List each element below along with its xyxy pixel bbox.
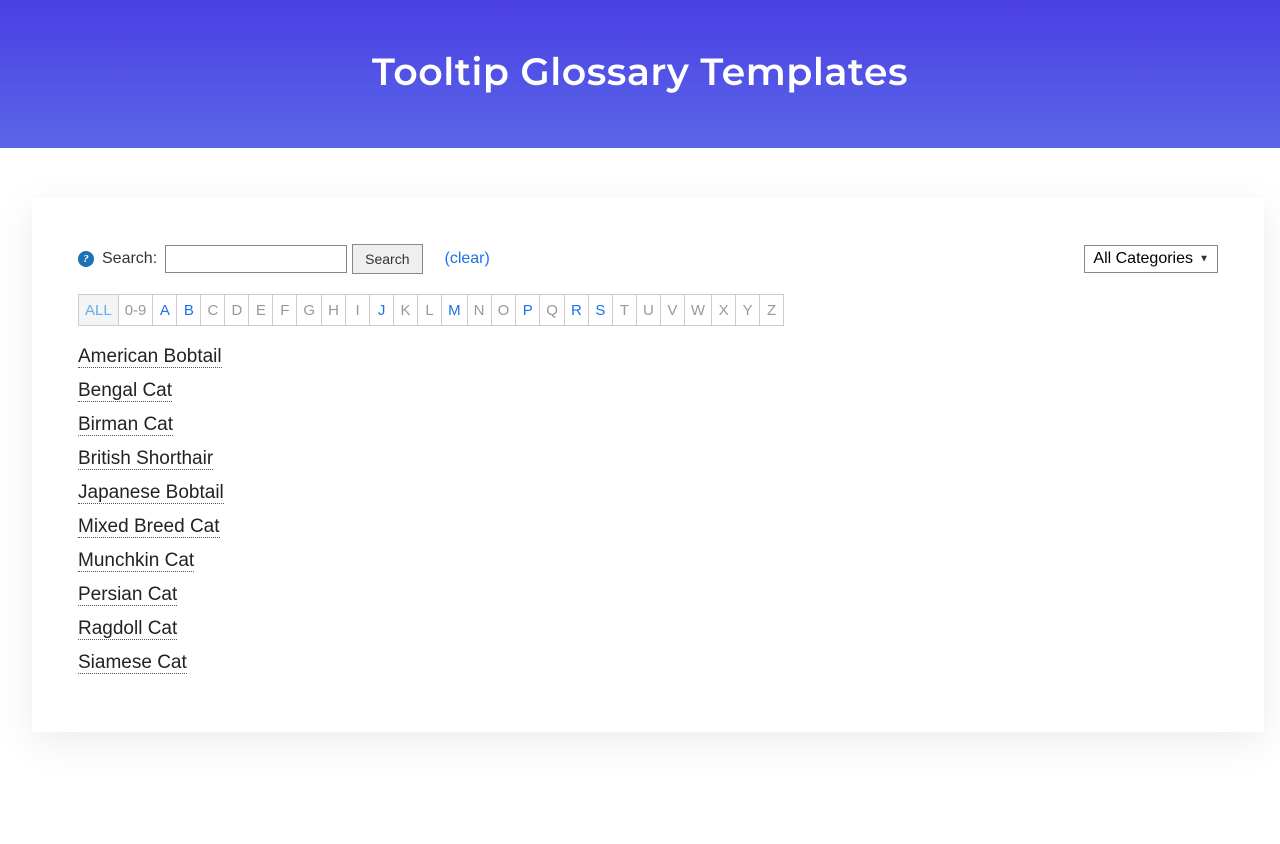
alpha-p[interactable]: P <box>515 294 540 326</box>
terms-list: American Bobtail Bengal Cat Birman Cat Brit… <box>78 346 1218 674</box>
alpha-v[interactable]: V <box>660 294 685 326</box>
alpha-k[interactable]: K <box>393 294 418 326</box>
term-item: Persian Cat <box>78 584 1218 606</box>
search-button[interactable]: Search <box>352 244 422 274</box>
alpha-r[interactable]: R <box>564 294 589 326</box>
term-link[interactable]: Siamese Cat <box>78 652 187 674</box>
term-link[interactable]: Persian Cat <box>78 584 177 606</box>
alpha-o[interactable]: O <box>491 294 517 326</box>
term-link[interactable]: Mixed Breed Cat <box>78 516 220 538</box>
alpha-n[interactable]: N <box>467 294 492 326</box>
alpha-l[interactable]: L <box>417 294 442 326</box>
term-item: Bengal Cat <box>78 380 1218 402</box>
alpha-c[interactable]: C <box>200 294 225 326</box>
category-select[interactable]: All Categories <box>1084 245 1218 273</box>
category-selected: All Categories <box>1093 250 1193 267</box>
clear-link[interactable]: (clear) <box>445 250 490 268</box>
alpha-y[interactable]: Y <box>735 294 760 326</box>
toolbar: ? Search: Search (clear) All Categories <box>78 244 1218 274</box>
term-item: Birman Cat <box>78 414 1218 436</box>
alpha-i[interactable]: I <box>345 294 370 326</box>
term-item: American Bobtail <box>78 346 1218 368</box>
search-group: ? Search: Search (clear) <box>78 244 490 274</box>
alpha-s[interactable]: S <box>588 294 613 326</box>
search-input[interactable] <box>165 245 347 273</box>
alpha-d[interactable]: D <box>224 294 249 326</box>
term-link[interactable]: American Bobtail <box>78 346 222 368</box>
term-link[interactable]: Ragdoll Cat <box>78 618 177 640</box>
help-icon[interactable]: ? <box>78 251 94 267</box>
alpha-f[interactable]: F <box>272 294 297 326</box>
alpha-u[interactable]: U <box>636 294 661 326</box>
term-item: Ragdoll Cat <box>78 618 1218 640</box>
alpha-b[interactable]: B <box>176 294 201 326</box>
term-link[interactable]: British Shorthair <box>78 448 213 470</box>
alpha-z[interactable]: Z <box>759 294 784 326</box>
term-item: British Shorthair <box>78 448 1218 470</box>
alpha-a[interactable]: A <box>152 294 177 326</box>
content-wrap: ? Search: Search (clear) All Categories … <box>0 148 1280 792</box>
hero-banner: Tooltip Glossary Templates <box>0 0 1280 148</box>
alpha-h[interactable]: H <box>321 294 346 326</box>
term-item: Japanese Bobtail <box>78 482 1218 504</box>
alpha-t[interactable]: T <box>612 294 637 326</box>
alpha-g[interactable]: G <box>296 294 322 326</box>
glossary-card: ? Search: Search (clear) All Categories … <box>32 198 1264 732</box>
term-item: Siamese Cat <box>78 652 1218 674</box>
alpha-0-9[interactable]: 0-9 <box>118 294 154 326</box>
term-item: Munchkin Cat <box>78 550 1218 572</box>
page-title: Tooltip Glossary Templates <box>372 48 908 95</box>
alpha-x[interactable]: X <box>711 294 736 326</box>
term-link[interactable]: Munchkin Cat <box>78 550 194 572</box>
alpha-e[interactable]: E <box>248 294 273 326</box>
term-item: Mixed Breed Cat <box>78 516 1218 538</box>
term-link[interactable]: Bengal Cat <box>78 380 172 402</box>
term-link[interactable]: Birman Cat <box>78 414 173 436</box>
alpha-w[interactable]: W <box>684 294 712 326</box>
term-link[interactable]: Japanese Bobtail <box>78 482 224 504</box>
alpha-index: ALL0-9ABCDEFGHIJKLMNOPQRSTUVWXYZ <box>78 294 1218 326</box>
search-label: Search: <box>102 250 157 268</box>
alpha-j[interactable]: J <box>369 294 394 326</box>
alpha-all[interactable]: ALL <box>78 294 119 326</box>
alpha-m[interactable]: M <box>441 294 468 326</box>
alpha-q[interactable]: Q <box>539 294 565 326</box>
